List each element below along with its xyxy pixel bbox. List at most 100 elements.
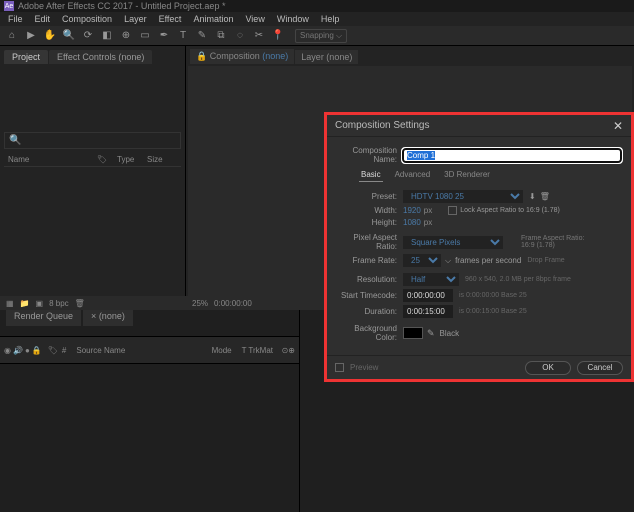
search-icon: 🔍 <box>9 135 21 146</box>
lock-aspect-checkbox[interactable] <box>448 206 457 215</box>
new-comp-icon[interactable]: ▣ <box>36 299 44 308</box>
tab-3d-renderer[interactable]: 3D Renderer <box>442 168 492 182</box>
bgcolor-swatch[interactable] <box>403 327 423 339</box>
resolution-select[interactable]: Half <box>403 273 459 286</box>
preset-label: Preset: <box>337 192 403 201</box>
tab-advanced[interactable]: Advanced <box>393 168 433 182</box>
pen-tool-icon[interactable]: ✒ <box>156 28 172 44</box>
source-name-col[interactable]: Source Name <box>76 346 211 355</box>
width-input[interactable]: 1920 <box>403 206 421 215</box>
tag-icon: 🏷 <box>97 155 107 164</box>
window-titlebar: Ae Adobe After Effects CC 2017 - Untitle… <box>0 0 634 12</box>
menu-composition[interactable]: Composition <box>56 14 118 24</box>
menu-effect[interactable]: Effect <box>153 14 188 24</box>
panbehind-tool-icon[interactable]: ⊕ <box>118 28 134 44</box>
project-search[interactable]: 🔍 <box>4 132 181 149</box>
home-tool-icon[interactable]: ⌂ <box>4 28 20 44</box>
folder-icon[interactable]: 📁 <box>20 299 30 308</box>
selection-tool-icon[interactable]: ▶ <box>23 28 39 44</box>
col-name[interactable]: Name <box>8 155 97 164</box>
dialog-title: Composition Settings <box>335 120 430 131</box>
solo-icon[interactable]: ● <box>25 346 30 355</box>
rotate-tool-icon[interactable]: ⟳ <box>80 28 96 44</box>
start-timecode-label: Start Timecode: <box>337 291 403 300</box>
menu-layer[interactable]: Layer <box>118 14 153 24</box>
height-label: Height: <box>337 218 403 227</box>
zoom-tool-icon[interactable]: 🔍 <box>61 28 77 44</box>
duration-info: is 0:00:15:00 Base 25 <box>459 308 527 315</box>
brush-tool-icon[interactable]: ✎ <box>194 28 210 44</box>
preview-checkbox[interactable] <box>335 363 344 372</box>
lock-col-icon[interactable]: 🔒 <box>32 346 42 355</box>
mask-tool-icon[interactable]: ▭ <box>137 28 153 44</box>
col-type[interactable]: Type <box>117 155 147 164</box>
save-preset-icon[interactable]: ⬇ <box>529 192 536 201</box>
start-timecode-input[interactable] <box>403 289 453 302</box>
eraser-tool-icon[interactable]: ◌ <box>232 28 248 44</box>
bgcolor-name: Black <box>440 329 460 338</box>
menu-window[interactable]: Window <box>271 14 315 24</box>
far-label: Frame Aspect Ratio: <box>521 235 584 242</box>
app-icon: Ae <box>4 1 14 11</box>
project-footer: ▦ 📁 ▣ 8 bpc 🗑 <box>0 296 186 310</box>
preview-label: Preview <box>350 363 378 372</box>
clone-tool-icon[interactable]: ⧉ <box>213 28 229 44</box>
parent-icon[interactable]: ⊙⊕ <box>282 346 295 355</box>
eye-icon[interactable]: ◉ <box>4 346 11 355</box>
lock-icon: 🔒 <box>196 51 207 61</box>
render-queue-tab[interactable]: Render Queue <box>6 310 81 326</box>
effect-controls-tab[interactable]: Effect Controls (none) <box>49 50 152 64</box>
delete-preset-icon[interactable]: 🗑 <box>540 192 550 201</box>
viewer-time[interactable]: 0:00:00:00 <box>214 299 252 308</box>
composition-settings-dialog: Composition Settings ✕ Composition Name:… <box>324 112 634 382</box>
layer-tab[interactable]: Layer (none) <box>295 50 358 64</box>
comp-name-input[interactable] <box>403 149 621 162</box>
col-size[interactable]: Size <box>147 155 177 164</box>
project-tab[interactable]: Project <box>4 50 48 64</box>
label-col-icon[interactable]: 🏷 <box>48 346 58 355</box>
zoom-level[interactable]: 25% <box>192 299 208 308</box>
height-input[interactable]: 1080 <box>403 218 421 227</box>
composition-tab[interactable]: 🔒 Composition (none) <box>190 49 294 64</box>
dropframe-label: Drop Frame <box>527 257 564 264</box>
trash-icon[interactable]: 🗑 <box>75 299 85 308</box>
close-icon[interactable]: ✕ <box>613 119 623 133</box>
ok-button[interactable]: OK <box>525 361 571 375</box>
menu-animation[interactable]: Animation <box>187 14 239 24</box>
menu-view[interactable]: View <box>239 14 270 24</box>
type-tool-icon[interactable]: T <box>175 28 191 44</box>
timeline-none-tab[interactable]: × (none) <box>83 310 133 326</box>
comp-name-label: Composition Name: <box>337 146 403 164</box>
bpc-label[interactable]: 8 bpc <box>49 299 69 308</box>
camera-tool-icon[interactable]: ◧ <box>99 28 115 44</box>
timeline-panel: Render Queue × (none) ◉ 🔊 ● 🔒 🏷 # Source… <box>0 310 300 512</box>
duration-input[interactable] <box>403 305 453 318</box>
bgcolor-label: Background Color: <box>337 324 403 342</box>
mode-col[interactable]: Mode <box>212 346 242 355</box>
project-panel: Project Effect Controls (none) 🔍 Name 🏷 … <box>0 46 186 296</box>
snapping-toggle[interactable]: Snapping ⌵ <box>295 29 347 43</box>
lock-aspect-label: Lock Aspect Ratio to 16:9 (1.78) <box>460 207 560 214</box>
menu-file[interactable]: File <box>2 14 29 24</box>
framerate-label: Frame Rate: <box>337 256 403 265</box>
eyedropper-icon[interactable]: ✎ <box>427 328 435 339</box>
menu-help[interactable]: Help <box>315 14 346 24</box>
start-tc-info: is 0:00:00:00 Base 25 <box>459 292 527 299</box>
puppet-tool-icon[interactable]: 📍 <box>270 28 286 44</box>
cancel-button[interactable]: Cancel <box>577 361 623 375</box>
framerate-select[interactable]: 25 <box>403 254 441 267</box>
par-label: Pixel Aspect Ratio: <box>337 233 403 251</box>
far-value: 16:9 (1.78) <box>521 242 584 249</box>
preset-select[interactable]: HDTV 1080 25 <box>403 190 523 203</box>
menu-bar: File Edit Composition Layer Effect Anima… <box>0 12 634 26</box>
trkmat-col[interactable]: T TrkMat <box>242 346 282 355</box>
par-select[interactable]: Square Pixels <box>403 236 503 249</box>
roto-tool-icon[interactable]: ✂ <box>251 28 267 44</box>
tab-basic[interactable]: Basic <box>359 168 383 182</box>
menu-edit[interactable]: Edit <box>29 14 57 24</box>
interpret-icon[interactable]: ▦ <box>6 299 14 308</box>
audio-icon[interactable]: 🔊 <box>13 346 23 355</box>
hand-tool-icon[interactable]: ✋ <box>42 28 58 44</box>
resolution-label: Resolution: <box>337 275 403 284</box>
timeline-header: ◉ 🔊 ● 🔒 🏷 # Source Name Mode T TrkMat ⊙⊕ <box>0 336 299 364</box>
